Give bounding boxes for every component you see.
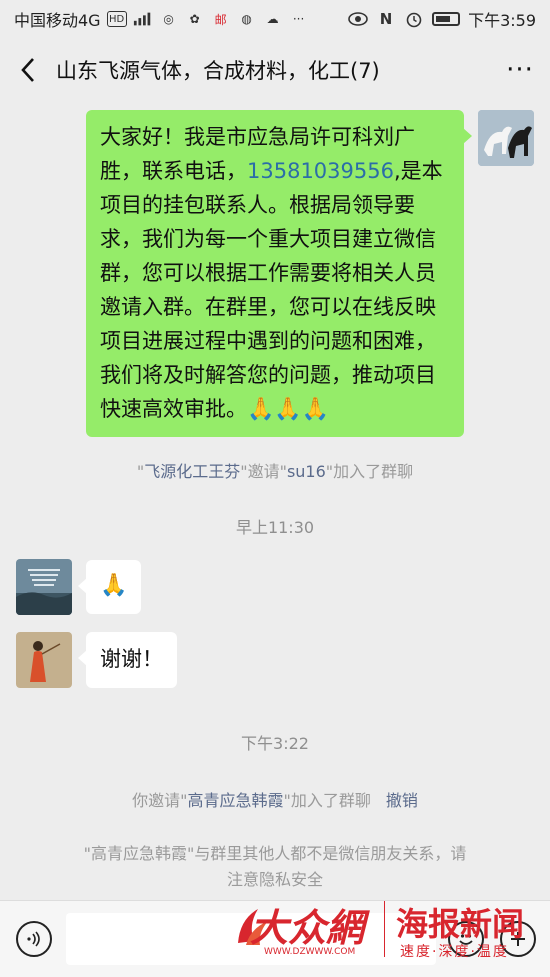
message-text: 谢谢！ xyxy=(100,647,163,671)
watermark-divider xyxy=(384,901,385,957)
system-message-invite: 你邀请"高青应急韩霞"加入了群聊 撤销 xyxy=(132,791,418,810)
member-name-link[interactable]: su16 xyxy=(287,462,326,481)
timestamp: 早上11:30 xyxy=(235,518,315,537)
more-notifications-icon: ··· xyxy=(292,12,305,26)
app-notification-icon: ✿ xyxy=(189,12,200,26)
logo-url: WWW.DZWWW.COM xyxy=(264,947,356,957)
app-notification-icon: ☁ xyxy=(266,12,279,26)
battery-icon xyxy=(432,12,461,26)
app-notification-icon: ◎ xyxy=(163,12,174,26)
alarm-icon xyxy=(404,9,424,29)
member-name-link[interactable]: 飞源化工王芬 xyxy=(144,462,240,481)
status-bar: 中国移动4G HD ◎ ✿ 邮 ◍ ☁ ··· N 下午3:59 xyxy=(0,0,550,38)
message-bubble[interactable]: 🙏 xyxy=(77,560,142,614)
privacy-notice: "高青应急韩霞"与群里其他人都不是微信朋友关系，请 注意隐私安全 xyxy=(83,844,467,889)
voice-icon xyxy=(27,931,40,947)
member-avatar[interactable] xyxy=(16,632,72,688)
system-message-joined: "飞源化工王芬"邀请"su16"加入了群聊 xyxy=(136,462,414,481)
brand-slogan: 速度·深度·温度 xyxy=(400,944,509,960)
revoke-link[interactable]: 撤销 xyxy=(386,791,418,810)
message-text: ,是本项目的挂包联系人。根据局领导要求，我们为每一个重大项目建立微信群，您可以根… xyxy=(100,159,443,421)
timestamp: 下午3:22 xyxy=(241,734,309,753)
message-bubble[interactable]: 谢谢！ xyxy=(78,632,177,688)
app-notification-icon: ◍ xyxy=(241,12,252,26)
dzwww-logo: 大众網 WWW.DZWWW.COM xyxy=(234,893,380,969)
voice-button[interactable] xyxy=(16,921,52,957)
logo-text: 大众網 xyxy=(250,905,365,950)
chat-area[interactable]: 大家好！我是市应急局许可科刘广胜，联系电话，13581039556,是本项目的挂… xyxy=(0,102,550,900)
brand-text: 海报新闻 xyxy=(396,905,525,943)
hd-icon: HD xyxy=(106,11,127,27)
chevron-left-icon xyxy=(21,58,34,82)
back-button[interactable] xyxy=(0,38,56,102)
clap-emoji: 🙏 xyxy=(100,573,128,598)
clap-emoji: 🙏🙏🙏 xyxy=(247,397,330,422)
clock-label: 下午3:59 xyxy=(468,11,536,30)
phone-number-link[interactable]: 13581039556 xyxy=(247,159,394,183)
mail-app-icon: 邮 xyxy=(214,12,227,27)
more-button[interactable]: ··· xyxy=(490,55,550,85)
watermark: 大众網 WWW.DZWWW.COM 海报新闻 速度·深度·温度 xyxy=(234,893,550,969)
nfc-icon: N xyxy=(379,10,393,28)
self-avatar[interactable] xyxy=(478,110,534,166)
signal-icon xyxy=(133,9,153,29)
chat-header: 山东飞源气体，合成材料，化工(7) ··· xyxy=(0,38,550,102)
member-name-link[interactable]: 高青应急韩霞 xyxy=(187,791,283,810)
carrier-label: 中国移动4G xyxy=(14,11,101,30)
member-avatar[interactable] xyxy=(16,559,72,615)
eye-icon xyxy=(348,9,368,29)
message-bubble[interactable]: 大家好！我是市应急局许可科刘广胜，联系电话，13581039556,是本项目的挂… xyxy=(86,110,472,437)
chat-title: 山东飞源气体，合成材料，化工(7) xyxy=(56,59,380,83)
